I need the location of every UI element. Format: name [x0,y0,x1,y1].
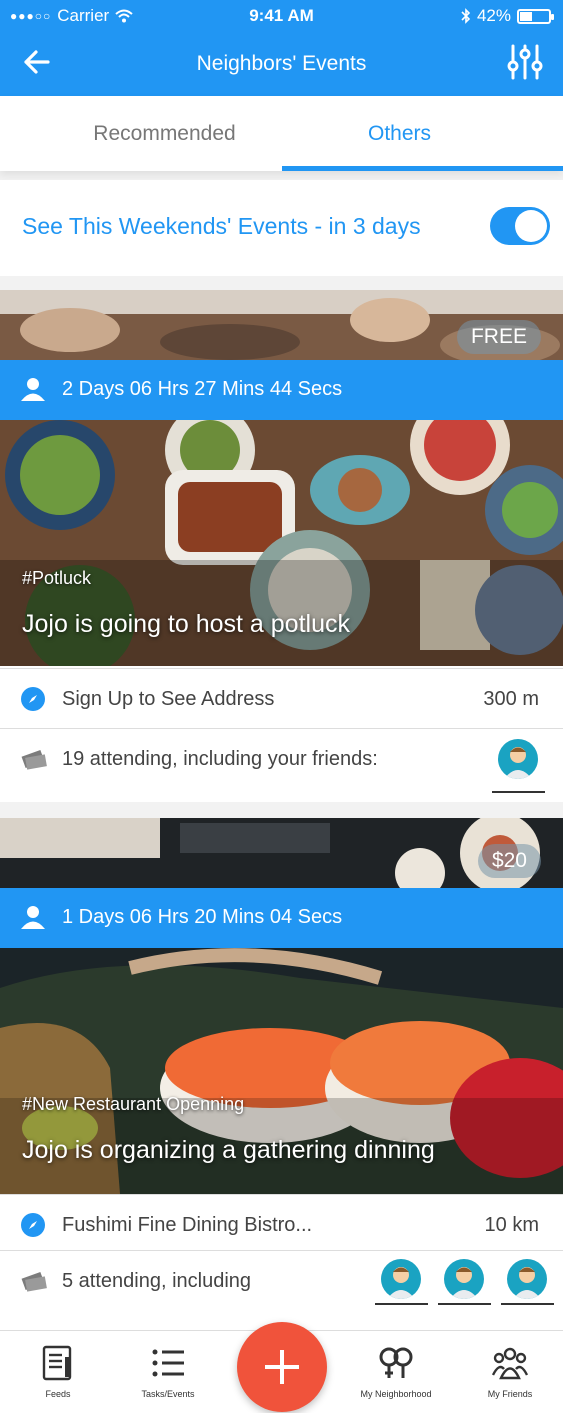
nav-feeds[interactable]: Feeds [8,1331,108,1413]
weekend-toggle[interactable] [490,207,550,245]
tab-bar: Recommended Others [0,96,563,171]
list-icon [152,1349,184,1377]
friends-icon [492,1347,528,1380]
event-headline: Jojo is going to host a potluck [22,610,350,638]
countdown-bar: 1 Days 06 Hrs 20 Mins 04 Secs [0,888,563,948]
status-bar: ●●●○○ Carrier 9:41 AM 42% [0,0,563,32]
page-title: Neighbors' Events [196,52,367,75]
status-right: 42% [461,6,554,26]
avatar-divider [375,1303,428,1305]
distance-text: 300 m [483,688,539,710]
attending-text: 19 attending, including your friends: [62,748,378,770]
plus-icon-vertical [280,1350,284,1384]
countdown-bar: 2 Days 06 Hrs 27 Mins 44 Secs [0,360,563,420]
nav-neighborhood-label: My Neighborhood [360,1389,432,1399]
avatar-divider [438,1303,491,1305]
price-badge: $20 [477,844,541,878]
toggle-knob [515,210,547,242]
event-tag: #New Restaurant Openning [22,1094,245,1114]
avatar-divider [492,791,545,793]
friend-avatar[interactable] [507,1259,547,1299]
weekend-filter-row: See This Weekends' Events - in 3 days [0,180,563,276]
address-text[interactable]: Sign Up to See Address [62,688,274,711]
person-icon [21,906,45,929]
person-icon [21,378,45,401]
avatar-divider [501,1303,554,1305]
top-bar: ●●●○○ Carrier 9:41 AM 42% Neighbors' Eve… [0,0,563,96]
battery-fill [520,11,532,21]
tab-others[interactable]: Others [259,96,540,171]
ticket-icon [21,749,47,770]
countdown-text: 1 Days 06 Hrs 20 Mins 04 Secs [62,906,343,928]
nav-tasks-label: Tasks/Events [141,1389,195,1399]
app-screen: ●●●○○ Carrier 9:41 AM 42% Neighbors' Eve… [0,0,563,1413]
event-headline: Jojo is organizing a gathering dinning [22,1136,435,1164]
compass-icon [21,687,45,711]
neighborhood-icon [379,1347,413,1378]
ticket-icon [21,1271,47,1292]
nav-my-neighborhood[interactable]: My Neighborhood [346,1331,446,1413]
battery-icon [517,8,554,24]
nav-bar: Neighbors' Events [0,32,563,96]
nav-tasks-events[interactable]: Tasks/Events [118,1331,218,1413]
sliders-icon[interactable] [505,42,545,82]
friend-avatar[interactable] [498,739,538,779]
address-row: Sign Up to See Address 300 m [0,668,563,728]
event-hero-image: #New Restaurant Openning Jojo is organiz… [0,948,563,1194]
countdown-text: 2 Days 06 Hrs 27 Mins 44 Secs [62,378,343,400]
address-text[interactable]: Fushimi Fine Dining Bistro... [62,1214,312,1237]
add-button[interactable] [237,1322,327,1412]
weekend-filter-label: See This Weekends' Events - in 3 days [22,213,421,239]
event-card-potluck[interactable]: FREE 2 Days 06 Hrs 27 Mins 44 Secs #Potl… [0,290,563,802]
event-banner-image: FREE [0,290,563,360]
friend-avatar[interactable] [381,1259,421,1299]
battery-percent: 42% [476,6,511,25]
bluetooth-icon [461,8,471,24]
nav-feeds-label: Feeds [45,1389,71,1399]
feeds-icon [42,1345,72,1381]
attending-row: 19 attending, including your friends: [0,728,563,802]
tab-indicator [282,166,563,171]
compass-icon [21,1213,45,1237]
address-row: Fushimi Fine Dining Bistro... 10 km [0,1194,563,1254]
attending-row: 5 attending, including [0,1250,563,1330]
price-badge: FREE [456,320,541,354]
nav-my-friends[interactable]: My Friends [460,1331,560,1413]
distance-text: 10 km [484,1214,539,1236]
attending-text: 5 attending, including [62,1270,252,1292]
friend-avatar[interactable] [444,1259,484,1299]
event-tag: #Potluck [22,568,92,588]
nav-friends-label: My Friends [487,1389,533,1399]
event-banner-image: $20 [0,818,563,888]
event-hero-image: #Potluck Jojo is going to host a potluck [0,420,563,666]
event-card-restaurant[interactable]: $20 1 Days 06 Hrs 20 Mins 04 Secs #New R… [0,818,563,1330]
